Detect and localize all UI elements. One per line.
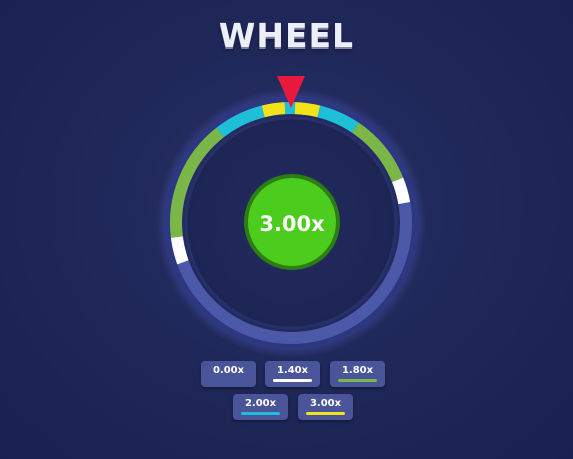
legend-item-1: 1.40x — [265, 361, 320, 387]
wheel-segment-5 — [294, 102, 321, 118]
legend-item-0: 0.00x — [201, 361, 256, 387]
wheel-segment-3 — [261, 102, 286, 118]
legend-label: 0.00x — [212, 365, 245, 376]
legend-color-bar — [306, 412, 345, 415]
legend-label: 2.00x — [244, 398, 277, 409]
wheel: 3.00x — [156, 76, 426, 358]
result-value: 3.00x — [259, 212, 325, 236]
legend-item-4: 3.00x — [298, 394, 353, 420]
wheel-segment-8 — [392, 177, 411, 205]
legend-color-bar — [241, 412, 280, 415]
legend-item-3: 2.00x — [233, 394, 288, 420]
legend-color-bar — [273, 379, 312, 382]
legend-label: 3.00x — [309, 398, 342, 409]
legend-item-2: 1.80x — [330, 361, 385, 387]
legend-color-bar — [209, 379, 248, 382]
legend-label: 1.80x — [341, 365, 374, 376]
legend-color-bar — [338, 379, 377, 382]
legend-label: 1.40x — [276, 365, 309, 376]
wheel-segment-0 — [170, 236, 189, 265]
